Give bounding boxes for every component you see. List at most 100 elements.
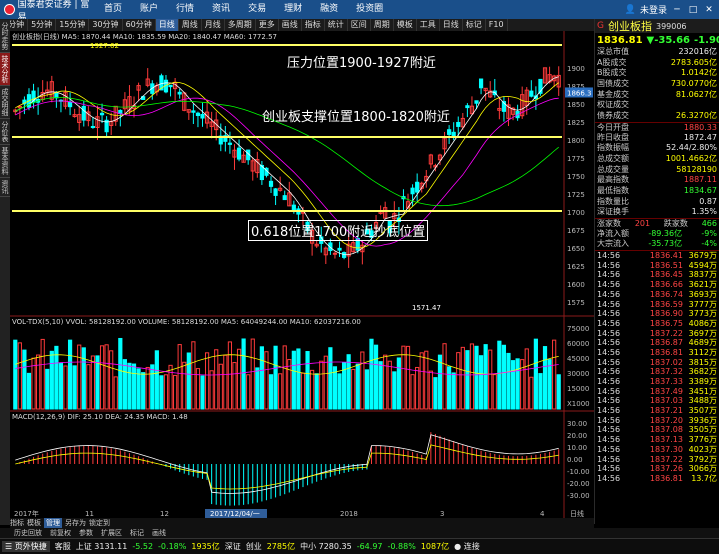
stat-label: 今日开盘 (597, 122, 629, 132)
volume-bar (328, 347, 333, 410)
volume-bar (433, 377, 438, 410)
toolbar-item[interactable]: 月线 (202, 19, 225, 31)
candle-body (168, 84, 173, 88)
tick-time: 14:56 (597, 251, 621, 261)
function-bar: 历史回放 前复权 参数 扩展区 标记 画线 (0, 528, 719, 538)
menu-item[interactable]: 资讯 (203, 0, 239, 19)
toolbar-item[interactable]: 更多 (256, 19, 279, 31)
indicator-tab[interactable]: 另存为 (65, 518, 86, 528)
stat-value: 1834.67 (683, 185, 717, 195)
status-item: 上证 3131.11 (75, 542, 128, 551)
menu-item[interactable]: 行情 (167, 0, 203, 19)
indicator-tab[interactable]: 管理 (44, 518, 62, 528)
tick-list[interactable]: 14:56 1836.41 3679万 14:56 1836.51 4594万 14:56 1… (595, 250, 719, 484)
toolbar-item[interactable]: 周线 (179, 19, 202, 31)
toolbar-item[interactable]: F10 (486, 19, 508, 31)
volume-tick-label: 15000 (567, 385, 589, 393)
tick-row: 14:56 1837.22 3697万 (595, 329, 719, 339)
indicator-tabs: 指标 模板 管理 另存为 锁定到 (10, 518, 594, 528)
toolbar-item[interactable]: 区间 (348, 19, 371, 31)
stat-value: 2783.605亿 (670, 57, 717, 67)
minimize-icon[interactable]: ─ (671, 4, 683, 16)
maximize-icon[interactable]: □ (687, 4, 699, 16)
vertical-tab[interactable]: 成交明细 (0, 86, 10, 119)
toolbar-item[interactable]: 15分钟 (56, 19, 90, 31)
tick-volume: 4689万 (688, 338, 717, 348)
toolbar-item[interactable]: 5分钟 (28, 19, 57, 31)
indicator-tab[interactable]: 锁定到 (89, 518, 110, 528)
volume-bar (392, 371, 397, 410)
tick-volume: 13.7亿 (691, 473, 717, 483)
toolbar-item[interactable]: 多周期 (225, 19, 256, 31)
toolbar-item[interactable]: 60分钟 (123, 19, 156, 31)
vertical-tab[interactable]: 分时走势 (0, 20, 10, 53)
function-item[interactable]: 历史回放 (14, 528, 42, 538)
tick-time: 14:56 (597, 367, 621, 377)
candle-body (337, 247, 342, 251)
toolbar-item[interactable]: 标记 (463, 19, 486, 31)
function-item[interactable]: 标记 (130, 528, 144, 538)
stat-label: 总成交额 (597, 153, 629, 163)
volume-bar (497, 340, 502, 410)
vertical-tab[interactable]: 分价表 (0, 119, 10, 145)
stat-label: 指数量比 (597, 196, 629, 206)
tick-volume: 3792万 (688, 454, 717, 464)
candle-body (236, 147, 242, 160)
vertical-tab[interactable]: 技术分析 (0, 53, 10, 86)
indicator-tab[interactable]: 模板 (27, 518, 41, 528)
stat-label: 昨日收盘 (597, 132, 629, 142)
tick-time: 14:56 (597, 328, 621, 338)
function-item[interactable]: 前复权 (50, 528, 71, 538)
stat-value: 52.44/2.80% (665, 143, 717, 153)
volume-bar (200, 375, 205, 410)
stat-label: 深总市值 (597, 47, 629, 56)
volume-bar (510, 360, 516, 410)
menu-item[interactable]: 融资 (311, 0, 347, 19)
tick-volume: 3815万 (688, 357, 717, 367)
index-price: 1836.81 (597, 34, 643, 46)
toolbar-item[interactable]: 画线 (279, 19, 302, 31)
kline-chart[interactable]: 1900187518501825180017751750172517001675… (10, 31, 594, 518)
toolbar-item[interactable]: 30分钟 (89, 19, 123, 31)
vertical-tab[interactable]: 基本资料 (0, 145, 10, 178)
tick-volume: 3693万 (688, 289, 717, 299)
tick-price: 1837.08 (649, 425, 683, 435)
tick-row: 14:56 1837.26 3066万 (595, 464, 719, 474)
tick-time: 14:56 (597, 280, 621, 290)
menu-item[interactable]: 投资圈 (347, 0, 392, 19)
menu-item[interactable]: 理财 (275, 0, 311, 19)
main-menu: 首页 账户 行情 资讯 交易 理财 融资 投资圈 (95, 0, 392, 19)
toolbar-item[interactable]: 指标 (302, 19, 325, 31)
function-item[interactable]: 参数 (79, 528, 93, 538)
stat-label: B股成交 (597, 68, 627, 78)
stat-value: 232016亿 (678, 47, 717, 56)
status-item[interactable]: ☰ 页外快捷 (2, 541, 50, 552)
volume-bar (369, 338, 374, 410)
volume-bar (54, 345, 59, 410)
login-status[interactable]: 未登录 (640, 3, 667, 16)
vertical-tab[interactable]: 资讯 (0, 178, 10, 197)
toolbar-item[interactable]: 周期 (371, 19, 394, 31)
toolbar-item[interactable]: 日线 (155, 19, 179, 31)
toolbar-item[interactable]: 日线 (440, 19, 463, 31)
menu-item[interactable]: 交易 (239, 0, 275, 19)
function-item[interactable]: 画线 (152, 528, 166, 538)
quote-panel: G 创业板指 399006 1836.81 ▼-35.66 -1.90% 深总市… (594, 19, 719, 524)
toolbar-item[interactable]: 模板 (394, 19, 417, 31)
volume-bar (45, 368, 50, 410)
close-icon[interactable]: ✕ (703, 4, 715, 16)
menu-item[interactable]: 首页 (95, 0, 131, 19)
user-icon[interactable]: 👤 (625, 5, 636, 15)
toolbar-item[interactable]: 统计 (325, 19, 348, 31)
toolbar-item[interactable]: 工具 (417, 19, 440, 31)
tick-volume: 3777万 (688, 299, 717, 309)
indicator-tab[interactable]: 指标 (10, 518, 24, 528)
menu-item[interactable]: 账户 (131, 0, 167, 19)
flow-pct: -9% (701, 228, 717, 238)
main-chart-legend: 创业板指(日线) MA5: 1870.44 MA10: 1835.59 MA20… (12, 33, 277, 41)
volume-bar (131, 363, 137, 410)
tick-time: 14:56 (597, 299, 621, 309)
date-tick-label: 2017年 (14, 509, 39, 518)
function-item[interactable]: 扩展区 (101, 528, 122, 538)
app-logo[interactable]: 国泰君安证券 | 富易 (0, 0, 95, 23)
